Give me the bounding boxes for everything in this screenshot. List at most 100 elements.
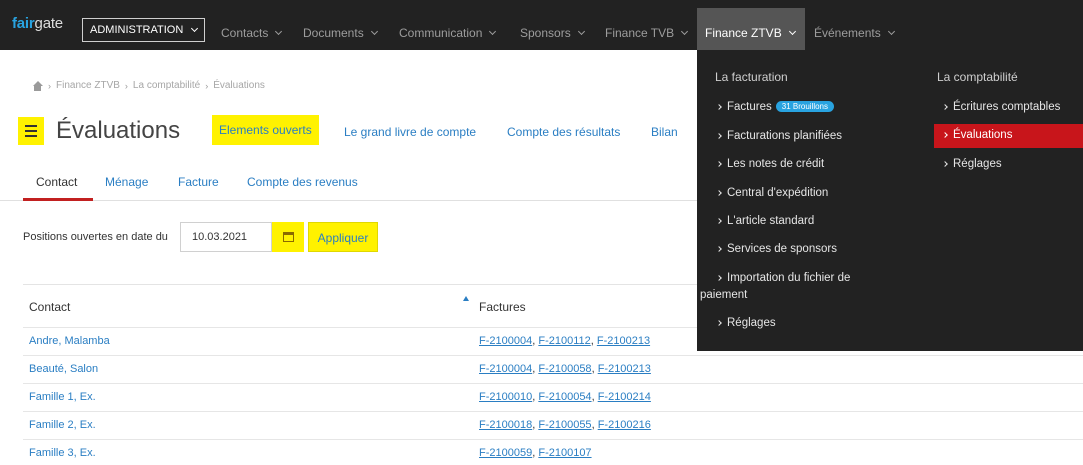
nav-label: Sponsors	[520, 26, 571, 40]
menu-item-importation-cont[interactable]: paiement	[700, 289, 747, 301]
menu-item-notes-credit[interactable]: Les notes de crédit	[716, 158, 825, 170]
invoice-link[interactable]: F-2100054	[538, 391, 591, 403]
chevron-right-icon	[716, 218, 722, 224]
menu-item-label: Factures	[727, 101, 772, 113]
finance-ztvb-dropdown: La facturation Factures 31 Brouillons Fac…	[697, 50, 1083, 351]
invoice-link[interactable]: F-2100010	[479, 391, 532, 403]
chevron-right-icon	[942, 132, 948, 138]
subtab-menage[interactable]: Ménage	[105, 175, 148, 189]
tab-bilan[interactable]: Bilan	[651, 125, 678, 139]
invoice-link[interactable]: F-2100055	[538, 419, 591, 431]
tab-elements-ouverts[interactable]: Elements ouverts	[212, 115, 319, 145]
menu-item-label: Central d'expédition	[727, 187, 829, 199]
menu-item-services-sponsors[interactable]: Services de sponsors	[716, 243, 837, 255]
menu-item-label: Services de sponsors	[727, 243, 837, 255]
menu-item-evaluations[interactable]: Évaluations	[942, 129, 1013, 141]
chevron-down-icon	[788, 27, 796, 36]
menu-item-importation[interactable]: Importation du fichier de	[716, 272, 851, 284]
subtab-compte-revenus[interactable]: Compte des revenus	[247, 175, 358, 189]
menu-item-article-standard[interactable]: L'article standard	[716, 215, 815, 227]
menu-item-label: Réglages	[953, 158, 1002, 170]
dropdown-heading-comptabilite: La comptabilité	[937, 70, 1018, 84]
subtab-facture[interactable]: Facture	[178, 175, 219, 189]
tab-grand-livre[interactable]: Le grand livre de compte	[344, 125, 476, 139]
menu-item-central-expedition[interactable]: Central d'expédition	[716, 187, 829, 199]
invoice-link[interactable]: F-2100213	[597, 335, 650, 347]
app-root: fairgate ADMINISTRATION Contacts Documen…	[0, 0, 1083, 465]
menu-item-reglages-comptabilite[interactable]: Réglages	[942, 158, 1002, 170]
home-icon[interactable]	[32, 80, 43, 91]
invoice-link[interactable]: F-2100004	[479, 363, 532, 375]
nav-documents[interactable]: Documents	[303, 26, 378, 40]
breadcrumb-item[interactable]: La comptabilité	[133, 80, 200, 91]
menu-item-reglages-facturation[interactable]: Réglages	[716, 317, 776, 329]
menu-item-label: Écritures comptables	[953, 101, 1061, 113]
chevron-right-icon	[716, 161, 722, 167]
chevron-right-icon	[716, 275, 722, 281]
invoice-link[interactable]: F-2100214	[598, 391, 651, 403]
invoice-link[interactable]: F-2100058	[538, 363, 591, 375]
chevron-down-icon	[191, 24, 199, 33]
menu-item-label: Évaluations	[953, 129, 1013, 141]
contact-link[interactable]: Beauté, Salon	[29, 363, 98, 375]
chevron-down-icon	[370, 27, 378, 36]
contact-link[interactable]: Famille 2, Ex.	[29, 419, 96, 431]
tab-compte-resultats[interactable]: Compte des résultats	[507, 125, 620, 139]
menu-toggle-button[interactable]	[18, 117, 44, 145]
contact-link[interactable]: Andre, Malamba	[29, 335, 110, 347]
chevron-down-icon	[489, 27, 497, 36]
administration-label: ADMINISTRATION	[90, 24, 184, 36]
invoice-link[interactable]: F-2100216	[598, 419, 651, 431]
apply-button[interactable]: Appliquer	[308, 222, 378, 252]
logo-accent: fair	[12, 15, 35, 32]
administration-button[interactable]: ADMINISTRATION	[82, 18, 206, 42]
top-navbar: fairgate ADMINISTRATION Contacts Documen…	[0, 0, 1083, 50]
contact-link[interactable]: Famille 1, Ex.	[29, 391, 96, 403]
nav-label: Événements	[814, 26, 881, 40]
factures-cell: F-2100004, F-2100058, F-2100213	[479, 363, 651, 375]
nav-sponsors[interactable]: Sponsors	[520, 26, 585, 40]
table-row: Famille 1, Ex. F-2100010, F-2100054, F-2…	[23, 383, 1083, 411]
contact-link[interactable]: Famille 3, Ex.	[29, 447, 96, 459]
invoice-link[interactable]: F-2100107	[538, 447, 591, 459]
menu-item-factures[interactable]: Factures 31 Brouillons	[716, 101, 834, 113]
menu-item-evaluations-active[interactable]: Évaluations	[934, 124, 1083, 148]
nav-contacts[interactable]: Contacts	[221, 26, 283, 40]
dropdown-heading-facturation: La facturation	[715, 70, 788, 84]
invoice-link[interactable]: F-2100018	[479, 419, 532, 431]
nav-finance-tvb[interactable]: Finance TVB	[605, 26, 689, 40]
menu-item-label: Les notes de crédit	[727, 158, 825, 170]
nav-evenements[interactable]: Événements	[814, 26, 895, 40]
nav-label: Finance ZTVB	[705, 26, 782, 40]
breadcrumb-separator: ›	[48, 80, 51, 91]
date-input[interactable]: 10.03.2021	[180, 222, 272, 252]
column-header-factures[interactable]: Factures	[479, 300, 526, 314]
invoice-link[interactable]: F-2100004	[479, 335, 532, 347]
chevron-down-icon	[887, 27, 895, 36]
chevron-right-icon	[716, 104, 722, 110]
hamburger-line	[25, 125, 37, 127]
table-row: Famille 2, Ex. F-2100018, F-2100055, F-2…	[23, 411, 1083, 439]
invoice-link[interactable]: F-2100213	[598, 363, 651, 375]
menu-item-ecritures-comptables[interactable]: Écritures comptables	[942, 101, 1061, 113]
sort-ascending-icon[interactable]	[463, 296, 469, 301]
subtab-contact[interactable]: Contact	[36, 175, 77, 189]
table-row: Famille 3, Ex. F-2100059, F-2100107	[23, 439, 1083, 465]
invoice-link[interactable]: F-2100112	[538, 335, 590, 347]
hamburger-line	[25, 135, 37, 137]
menu-item-label: L'article standard	[727, 215, 815, 227]
calendar-button[interactable]	[272, 222, 304, 252]
subtab-divider	[0, 200, 700, 201]
nav-finance-ztvb-active[interactable]: Finance ZTVB	[697, 8, 805, 50]
breadcrumb-item[interactable]: Finance ZTVB	[56, 80, 120, 91]
menu-item-facturations-planifiees[interactable]: Facturations planifiées	[716, 130, 842, 142]
invoice-link[interactable]: F-2100059	[479, 447, 532, 459]
menu-item-label: Importation du fichier de	[727, 272, 851, 284]
breadcrumb-separator: ›	[124, 80, 128, 91]
column-header-contact[interactable]: Contact	[29, 300, 70, 314]
fairgate-logo[interactable]: fairgate	[12, 15, 63, 32]
nav-label: Finance TVB	[605, 26, 675, 40]
nav-communication[interactable]: Communication	[399, 26, 497, 40]
nav-finance-ztvb[interactable]: Finance ZTVB	[705, 26, 796, 40]
menu-item-label: Réglages	[727, 317, 776, 329]
